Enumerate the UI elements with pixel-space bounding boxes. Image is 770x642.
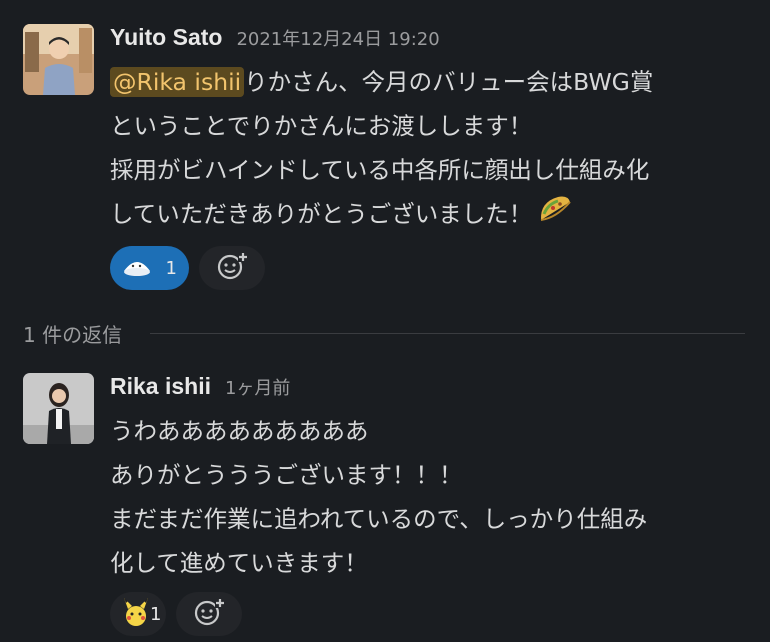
thread-divider: 1 件の返信 [23, 318, 745, 348]
timestamp[interactable]: 2021年12月24日 19:20 [236, 25, 439, 51]
author-name[interactable]: Yuito Sato [110, 24, 222, 51]
rice-emoji [122, 255, 152, 281]
message-line: 化して進めていきます！ [110, 549, 368, 577]
message-line: ということでりかさんにお渡しします！ [110, 112, 533, 140]
message-line: まだまだ作業に追われているので、しっかり仕組み [110, 505, 648, 533]
message-line: ありがとうううございます！！！ [110, 461, 463, 489]
taco-emoji [538, 194, 572, 238]
reaction-pikachu[interactable]: 1 [110, 592, 166, 636]
pikachu-emoji [122, 597, 150, 631]
reaction-count: 1 [165, 257, 177, 279]
author-name[interactable]: Rika ishii [110, 373, 211, 400]
reaction-rice[interactable]: 1 [110, 246, 189, 290]
message-body: うわあああああああああ ありがとうううございます！！！ まだまだ作業に追われてい… [110, 409, 760, 585]
message-line-text: りかさん、今月のバリュー会はBWG賞 [244, 68, 654, 96]
add-reaction-button[interactable] [176, 592, 242, 636]
message-line-text: していただきありがとうございました！ [110, 200, 533, 228]
add-reaction-icon [216, 250, 248, 286]
message-line: @Rika ishii りかさん、今月のバリュー会はBWG賞 [110, 60, 760, 104]
reaction-bar: 1 [110, 246, 265, 290]
user-mention[interactable]: @Rika ishii [110, 67, 245, 97]
message-line: 採用がビハインドしている中各所に顔出し仕組み化 [110, 156, 650, 184]
reply-count-label: 1 件の返信 [23, 322, 123, 347]
add-reaction-button[interactable] [199, 246, 265, 290]
timestamp[interactable]: 1ヶ月前 [225, 374, 290, 400]
message-line: うわあああああああああ [110, 417, 369, 445]
message-line: していただきありがとうございました！ [110, 192, 760, 236]
message-header: Rika ishii 1ヶ月前 [110, 373, 290, 400]
avatar-rika[interactable] [23, 373, 94, 444]
avatar-yuito[interactable] [23, 24, 94, 95]
reaction-count: 1 [150, 603, 162, 625]
add-reaction-icon [193, 596, 225, 632]
message-body: @Rika ishii りかさん、今月のバリュー会はBWG賞 ということでりかさん… [110, 60, 760, 236]
reaction-bar: 1 [110, 592, 242, 636]
divider-line [150, 332, 745, 334]
message-header: Yuito Sato 2021年12月24日 19:20 [110, 24, 440, 51]
